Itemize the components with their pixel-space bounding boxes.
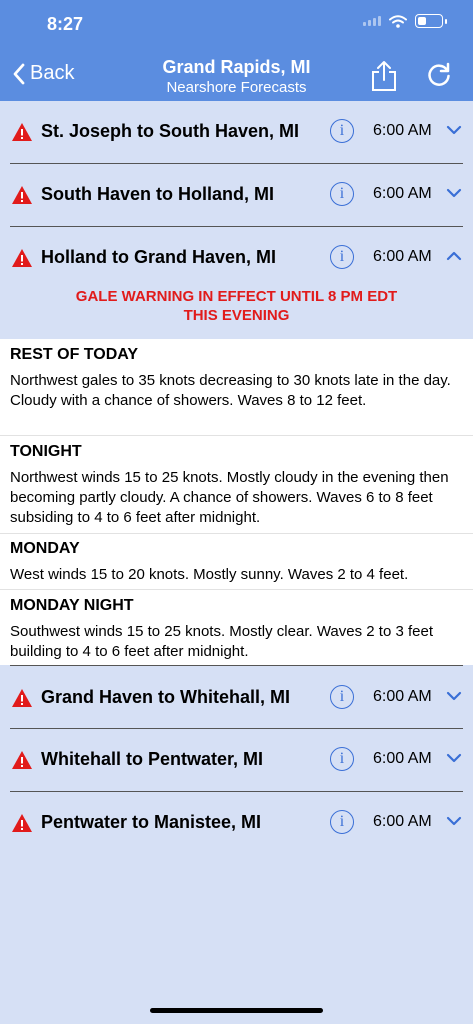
zone-name: Whitehall to Pentwater, MI [41, 749, 264, 769]
zone-name: St. Joseph to South Haven, MI [41, 121, 300, 141]
warning-icon [12, 751, 32, 769]
forecast-period-title: MONDAY [10, 540, 80, 557]
chevron-down-icon[interactable] [446, 125, 462, 135]
warning-icon [12, 814, 32, 832]
share-button[interactable] [370, 60, 398, 97]
zone-row-whitehall[interactable]: Whitehall to Pentwater, MI i 6:00 AM [0, 729, 473, 791]
battery-icon [415, 14, 443, 28]
zone-row-st-joseph[interactable]: St. Joseph to South Haven, MI i 6:00 AM [0, 101, 473, 163]
zone-row-pentwater[interactable]: Pentwater to Manistee, MI i 6:00 AM [0, 792, 473, 854]
wifi-icon [389, 14, 407, 28]
zone-row-grand-haven[interactable]: Grand Haven to Whitehall, MI i 6:00 AM [0, 667, 473, 729]
zone-row-south-haven[interactable]: South Haven to Holland, MI i 6:00 AM [0, 164, 473, 226]
warning-icon [12, 689, 32, 707]
zone-name: South Haven to Holland, MI [41, 184, 274, 204]
zone-time: 6:00 AM [373, 185, 432, 202]
zone-name: Pentwater to Manistee, MI [41, 812, 262, 832]
zone-time: 6:00 AM [373, 813, 432, 830]
warning-line-2: THIS EVENING [183, 307, 290, 324]
status-icons [363, 14, 447, 28]
chevron-down-icon[interactable] [446, 691, 462, 701]
chevron-down-icon[interactable] [446, 753, 462, 763]
zone-name: Grand Haven to Whitehall, MI [41, 687, 291, 707]
refresh-icon [428, 62, 450, 86]
info-icon[interactable]: i [330, 182, 354, 206]
zone-time: 6:00 AM [373, 688, 432, 705]
status-time: 8:27 [47, 14, 84, 34]
forecast-period-title: MONDAY NIGHT [10, 597, 134, 614]
divider [0, 533, 473, 534]
info-icon[interactable]: i [330, 685, 354, 709]
zone-time: 6:00 AM [373, 248, 432, 265]
forecast-period-title: TONIGHT [10, 443, 82, 460]
divider [0, 435, 473, 436]
zone-time: 6:00 AM [373, 750, 432, 767]
info-icon[interactable]: i [330, 245, 354, 269]
warning-icon [12, 186, 32, 204]
forecast-period-text: Southwest winds 15 to 25 knots. Mostly c… [10, 623, 433, 660]
zone-name: Holland to Grand Haven, MI [41, 247, 277, 267]
divider [0, 589, 473, 590]
forecast-panel: REST OF TODAY Northwest gales to 35 knot… [0, 339, 473, 665]
refresh-button[interactable] [426, 62, 452, 93]
chevron-down-icon[interactable] [446, 816, 462, 826]
chevron-down-icon[interactable] [446, 188, 462, 198]
cellular-signal-icon [363, 16, 381, 26]
info-icon[interactable]: i [330, 810, 354, 834]
page-title: Grand Rapids, MI [162, 57, 311, 77]
forecast-period-text: Northwest gales to 35 knots decreasing t… [10, 372, 451, 409]
forecast-period-text: West winds 15 to 20 knots. Mostly sunny.… [10, 566, 409, 583]
home-indicator[interactable] [150, 1008, 323, 1013]
chevron-up-icon[interactable] [446, 251, 462, 261]
info-icon[interactable]: i [330, 747, 354, 771]
zone-time: 6:00 AM [373, 122, 432, 139]
page-subtitle: Nearshore Forecasts [166, 79, 307, 96]
warning-icon [12, 249, 32, 267]
warning-line-1: GALE WARNING IN EFFECT UNTIL 8 PM EDT [75, 288, 398, 305]
share-icon [372, 61, 396, 91]
forecast-period-text: Northwest winds 15 to 25 knots. Mostly c… [10, 469, 449, 526]
nav-header: 8:27 Back Grand Rapids, MI Nearshore For… [0, 0, 473, 101]
gale-warning-banner: GALE WARNING IN EFFECT UNTIL 8 PM EDT TH… [0, 287, 473, 325]
zone-row-holland[interactable]: Holland to Grand Haven, MI i 6:00 AM [0, 227, 473, 289]
forecast-period-title: REST OF TODAY [10, 346, 139, 363]
info-icon[interactable]: i [330, 119, 354, 143]
warning-icon [12, 123, 32, 141]
divider [10, 665, 463, 666]
